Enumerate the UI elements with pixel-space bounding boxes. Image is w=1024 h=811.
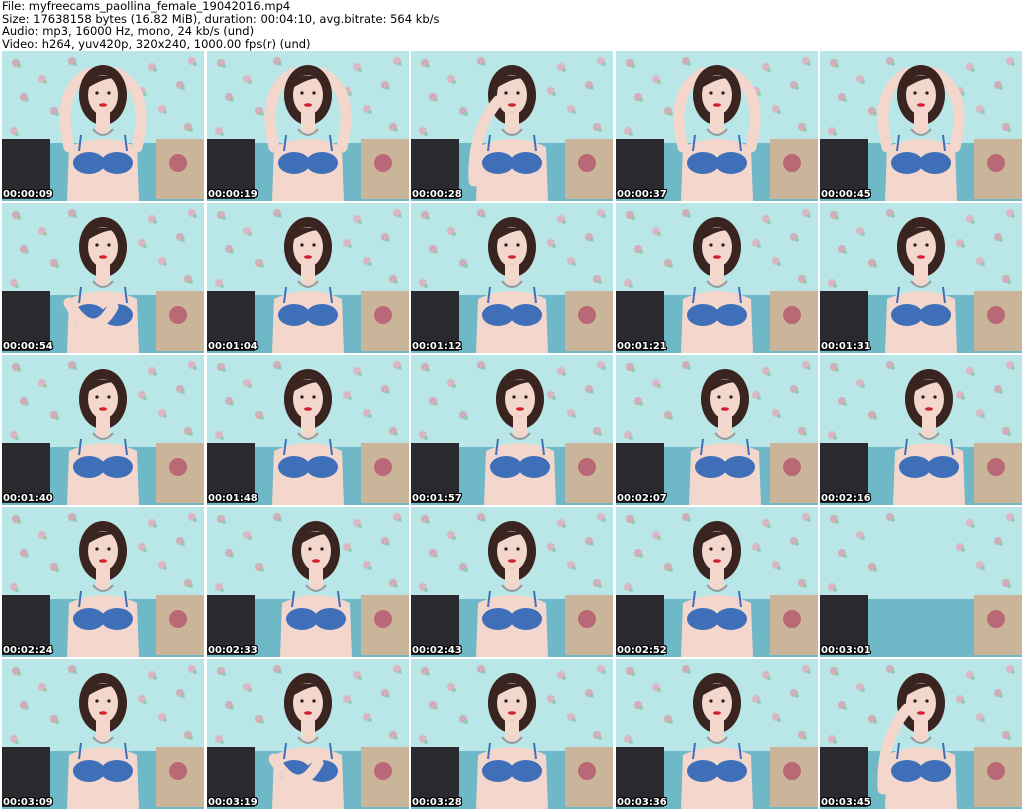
video-thumbnail: 00:03:36: [616, 659, 818, 809]
thumbnail-frame-image: [616, 507, 818, 657]
thumbnail-timestamp: 00:03:01: [821, 645, 871, 656]
video-thumbnail: 00:03:45: [820, 659, 1022, 809]
video-thumbnail: 00:01:21: [616, 203, 818, 353]
thumbnail-timestamp: 00:00:28: [412, 189, 462, 200]
thumbnail-frame-image: [207, 203, 409, 353]
thumbnail-frame-image: [616, 355, 818, 505]
thumbnail-frame-image: [207, 507, 409, 657]
video-thumbnail: 00:01:40: [2, 355, 204, 505]
thumbnail-timestamp: 00:01:12: [412, 341, 462, 352]
thumbnail-frame-image: [820, 203, 1022, 353]
video-thumbnail: 00:01:31: [820, 203, 1022, 353]
thumbnail-timestamp: 00:03:09: [3, 797, 53, 808]
thumbnail-frame-image: [616, 51, 818, 201]
thumbnail-frame-image: [411, 355, 613, 505]
thumbnail-timestamp: 00:01:04: [208, 341, 258, 352]
video-thumbnail: 00:02:52: [616, 507, 818, 657]
thumbnail-timestamp: 00:02:43: [412, 645, 462, 656]
thumbnail-timestamp: 00:01:31: [821, 341, 871, 352]
video-thumbnail: 00:02:24: [2, 507, 204, 657]
video-thumbnail: 00:03:01: [820, 507, 1022, 657]
thumbnail-timestamp: 00:03:28: [412, 797, 462, 808]
thumbnail-frame-image: [207, 51, 409, 201]
thumbnail-timestamp: 00:00:37: [617, 189, 667, 200]
file-name-line: File: myfreecams_paollina_female_1904201…: [2, 0, 291, 13]
thumbnail-timestamp: 00:02:16: [821, 493, 871, 504]
video-thumbnail: 00:00:28: [411, 51, 613, 201]
video-thumbnail: 00:02:43: [411, 507, 613, 657]
thumbnail-timestamp: 00:01:21: [617, 341, 667, 352]
file-info-header: File: myfreecams_paollina_female_1904201…: [2, 0, 1022, 50]
thumbnail-frame-image: [820, 659, 1022, 809]
thumbnail-frame-image: [2, 355, 204, 505]
thumbnail-timestamp: 00:02:07: [617, 493, 667, 504]
thumbnail-timestamp: 00:02:33: [208, 645, 258, 656]
thumbnail-timestamp: 00:02:24: [3, 645, 53, 656]
video-thumbnail: 00:02:33: [207, 507, 409, 657]
thumbnail-timestamp: 00:02:52: [617, 645, 667, 656]
thumbnail-timestamp: 00:03:45: [821, 797, 871, 808]
thumbnail-frame-image: [820, 51, 1022, 201]
thumbnail-frame-image: [820, 507, 1022, 657]
video-info-line: Video: h264, yuv420p, 320x240, 1000.00 f…: [2, 36, 311, 51]
thumbnail-frame-image: [207, 659, 409, 809]
thumbnail-timestamp: 00:00:45: [821, 189, 871, 200]
thumbnail-timestamp: 00:03:36: [617, 797, 667, 808]
thumbnail-frame-image: [411, 51, 613, 201]
thumbnail-frame-image: [411, 203, 613, 353]
video-thumbnail: 00:03:28: [411, 659, 613, 809]
video-thumbnail: 00:02:07: [616, 355, 818, 505]
video-thumbnail: 00:00:09: [2, 51, 204, 201]
thumbnail-frame-image: [2, 203, 204, 353]
thumbnail-timestamp: 00:01:57: [412, 493, 462, 504]
audio-info-line: Audio: mp3, 16000 Hz, mono, 24 kb/s (und…: [2, 24, 255, 38]
thumbnail-timestamp: 00:00:54: [3, 341, 53, 352]
video-thumbnail: 00:00:19: [207, 51, 409, 201]
thumbnail-frame-image: [2, 659, 204, 809]
thumbnail-frame-image: [820, 355, 1022, 505]
thumbnail-frame-image: [2, 51, 204, 201]
thumbnail-grid: 00:00:09 00:00:19 00:00:28 00:00:37 00:00:45…: [2, 51, 1022, 811]
thumbnail-timestamp: 00:00:19: [208, 189, 258, 200]
video-thumbnail: 00:02:16: [820, 355, 1022, 505]
video-thumbnail: 00:00:37: [616, 51, 818, 201]
thumbnail-frame-image: [2, 507, 204, 657]
thumbnail-timestamp: 00:00:09: [3, 189, 53, 200]
thumbnail-timestamp: 00:03:19: [208, 797, 258, 808]
video-thumbnail: 00:01:12: [411, 203, 613, 353]
video-thumbnail: 00:03:19: [207, 659, 409, 809]
video-thumbnail: 00:01:57: [411, 355, 613, 505]
thumbnail-frame-image: [616, 203, 818, 353]
thumbnail-frame-image: [207, 355, 409, 505]
thumbnail-frame-image: [411, 507, 613, 657]
thumbnail-frame-image: [411, 659, 613, 809]
video-thumbnail: 00:01:48: [207, 355, 409, 505]
video-thumbnail: 00:00:54: [2, 203, 204, 353]
video-thumbnail: 00:03:09: [2, 659, 204, 809]
video-thumbnail: 00:01:04: [207, 203, 409, 353]
video-thumbnail: 00:00:45: [820, 51, 1022, 201]
thumbnail-timestamp: 00:01:48: [208, 493, 258, 504]
thumbnail-frame-image: [616, 659, 818, 809]
thumbnail-timestamp: 00:01:40: [3, 493, 53, 504]
